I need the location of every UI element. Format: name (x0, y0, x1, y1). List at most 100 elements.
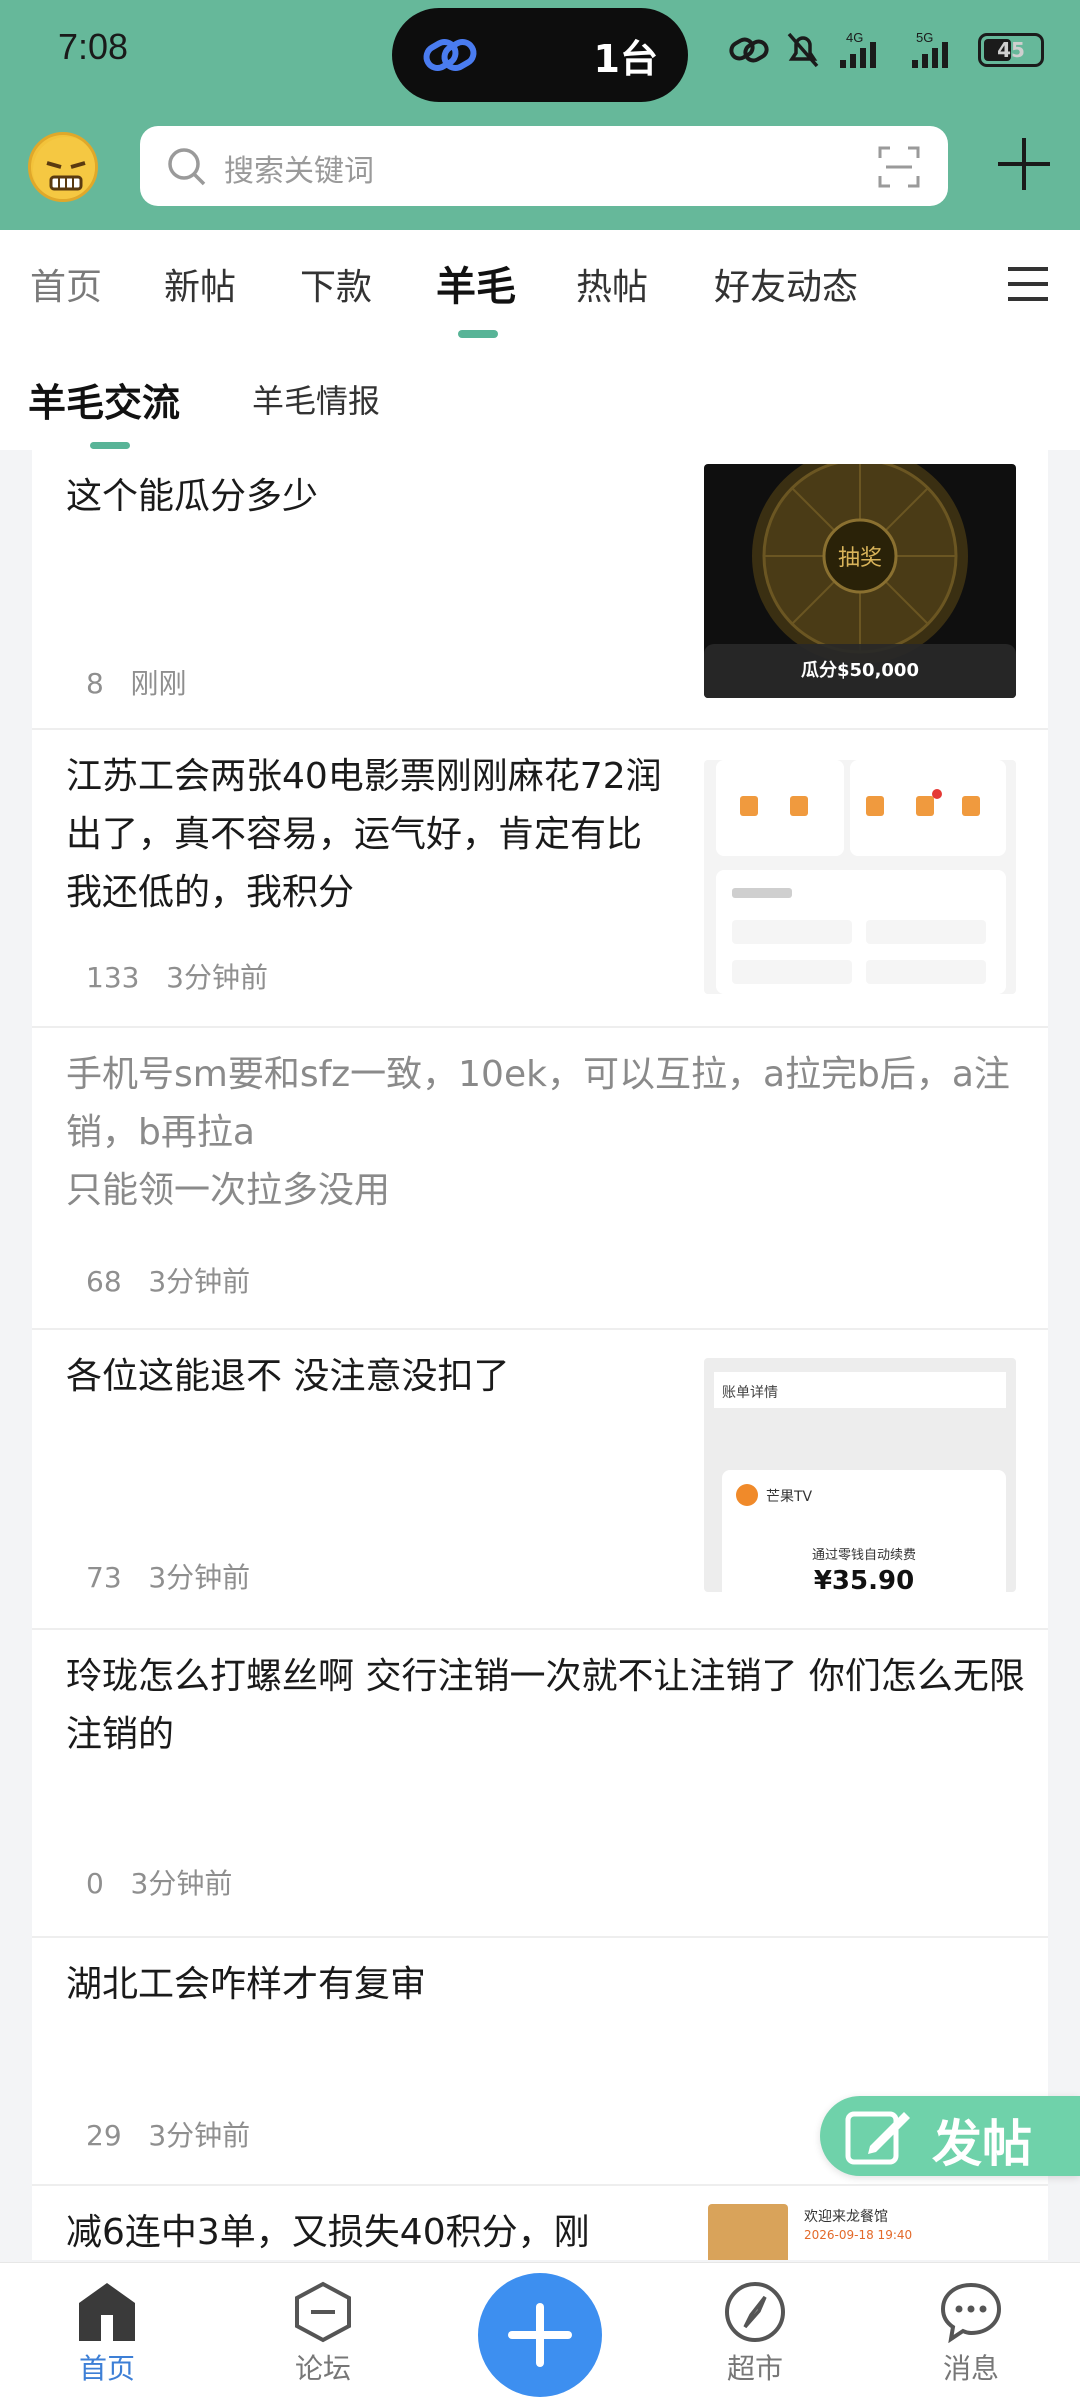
search-input[interactable]: 搜索关键词 (140, 126, 948, 206)
post-thumbnail (704, 760, 1016, 994)
view-count: 68 (86, 1265, 122, 1298)
new-post-button[interactable]: 发帖 (820, 2096, 1080, 2176)
signal-5g-icon: 5G (912, 30, 948, 68)
post-item[interactable]: 这个能瓜分多少 8 刚刚 抽奖 瓜分$50,000 (32, 450, 1048, 730)
post-time: 3分钟前 (148, 1265, 251, 1298)
dynamic-island: 1台 (392, 8, 688, 102)
net-2-label: 5G (916, 30, 933, 45)
bottom-nav: 首页 论坛 超市 消息 (0, 2262, 1080, 2400)
post-list: 这个能瓜分多少 8 刚刚 抽奖 瓜分$50,000 江苏工会两张40电影票刚刚麻… (32, 450, 1048, 2260)
nav-market[interactable]: 超市 (690, 2281, 820, 2387)
signal-4g-icon: 4G (840, 30, 876, 68)
post-item[interactable]: 减6连中3单，又损失40积分，刚 欢迎来龙餐馆 2026-09-18 19:40 (32, 2186, 1048, 2260)
menu-icon[interactable] (1006, 264, 1050, 304)
post-title: 这个能瓜分多少 (66, 476, 319, 517)
system-icons: 4G 5G 45 (728, 26, 1044, 74)
nav-home-label: 首页 (78, 2352, 135, 2385)
view-count: 8 (86, 667, 104, 700)
post-title: 江苏工会两张40电影票刚刚麻花72润出了，真不容易，运气好，肯定有比我还低的，我… (66, 756, 662, 913)
mute-bell-icon (787, 32, 819, 68)
mango-tv-logo-icon (736, 1484, 758, 1506)
subtab-indicator (90, 442, 130, 449)
post-thumbnail: 账单详情 芒果TV 通过零钱自动续费 ¥35.90 (704, 1358, 1016, 1592)
post-title: 玲珑怎么打螺丝啊 交行注销一次就不让注销了 你们怎么无限注销的 (66, 1656, 1025, 1755)
post-meta: 8 刚刚 (86, 662, 187, 702)
post-item[interactable]: 各位这能退不 没注意没扣了 73 3分钟前 账单详情 芒果TV 通过零钱自动续费… (32, 1330, 1048, 1630)
view-count: 0 (86, 1867, 104, 1900)
plus-icon (508, 2303, 572, 2367)
post-time: 3分钟前 (148, 1561, 251, 1594)
post-item[interactable]: 玲珑怎么打螺丝啊 交行注销一次就不让注销了 你们怎么无限注销的 0 3分钟前 (32, 1630, 1048, 1938)
nav-forum-label: 论坛 (294, 2352, 351, 2385)
avatar[interactable] (28, 132, 98, 202)
post-meta: 133 3分钟前 (86, 956, 268, 996)
quote-screenshot-image (716, 760, 1006, 994)
thumb-price: ¥35.90 (813, 1566, 915, 1592)
subtab-intel[interactable]: 羊毛情报 (252, 376, 380, 422)
thumb-card: 芒果TV 通过零钱自动续费 ¥35.90 (722, 1470, 1006, 1592)
post-thumbnail: 抽奖 瓜分$50,000 (704, 464, 1016, 698)
tab-home[interactable]: 首页 (30, 258, 102, 310)
net-1-label: 4G (846, 30, 863, 45)
center-add-button[interactable] (478, 2273, 602, 2397)
nav-messages-label: 消息 (942, 2352, 999, 2385)
subtab-exchange[interactable]: 羊毛交流 (28, 372, 180, 427)
search-icon (168, 148, 206, 186)
thumb-line: 通过零钱自动续费 (811, 1548, 916, 1563)
nav-forum[interactable]: 论坛 (258, 2281, 388, 2387)
post-meta: 29 3分钟前 (86, 2114, 250, 2154)
edit-icon (845, 2111, 910, 2165)
restaurant-image (708, 2204, 788, 2260)
search-placeholder: 搜索关键词 (224, 154, 374, 189)
thumb-brand: 芒果TV (766, 1489, 813, 1505)
sub-tabs: 羊毛交流 羊毛情报 (0, 350, 1080, 450)
post-title: 湖北工会咋样才有复审 (66, 1964, 427, 2005)
chat-bubble-icon (940, 2282, 1002, 2343)
post-title: 各位这能退不 没注意没扣了 (66, 1356, 510, 1397)
thumb-caption: 瓜分$50,000 (704, 644, 1016, 698)
wheel-center-label: 抽奖 (838, 546, 882, 571)
thumb-title: 欢迎来龙餐馆 (804, 2209, 888, 2225)
post-title: 减6连中3单，又损失40积分，刚 (66, 2212, 590, 2253)
view-count: 73 (86, 1561, 122, 1594)
battery-icon: 45 (978, 33, 1044, 67)
battery-level: 45 (997, 38, 1025, 62)
status-bar: 7:08 1台 4G 5G 45 (0, 0, 1080, 110)
post-title: 手机号sm要和sfz一致，10ek，可以互拉，a拉完b后，a注销，b再拉a 只能… (66, 1054, 1010, 1211)
add-icon[interactable] (992, 132, 1056, 196)
post-meta: 73 3分钟前 (86, 1556, 250, 1596)
view-count: 29 (86, 2119, 122, 2152)
category-tabs: 首页 新帖 下款 羊毛 热帖 好友动态 (0, 230, 1080, 350)
tab-loans[interactable]: 下款 (300, 258, 372, 310)
nav-home[interactable]: 首页 (42, 2281, 172, 2387)
tab-new[interactable]: 新帖 (164, 258, 236, 310)
link-icon (423, 39, 477, 71)
home-icon (79, 2283, 135, 2341)
post-item[interactable]: 手机号sm要和sfz一致，10ek，可以互拉，a拉完b后，a注销，b再拉a 只能… (32, 1028, 1048, 1330)
post-time: 3分钟前 (130, 1867, 233, 1900)
post-time: 3分钟前 (166, 961, 268, 994)
emoji-face-icon (33, 137, 95, 199)
post-time: 刚刚 (130, 667, 187, 700)
scan-icon[interactable] (878, 146, 920, 188)
compass-icon (725, 2282, 785, 2342)
thumb-date: 2026-09-18 19:40 (804, 2228, 913, 2242)
link-status-icon (729, 37, 769, 63)
header: 搜索关键词 (0, 118, 1080, 218)
thumb-detail: 账单详情 (714, 1372, 1006, 1408)
nav-messages[interactable]: 消息 (906, 2281, 1036, 2387)
tab-indicator (458, 330, 498, 338)
new-post-label: 发帖 (932, 2115, 1032, 2173)
view-count: 133 (86, 961, 140, 994)
post-item[interactable]: 江苏工会两张40电影票刚刚麻花72润出了，真不容易，运气好，肯定有比我还低的，我… (32, 730, 1048, 1028)
tab-deals[interactable]: 羊毛 (436, 254, 516, 312)
post-meta: 68 3分钟前 (86, 1260, 250, 1300)
post-meta: 0 3分钟前 (86, 1862, 232, 1902)
forum-icon (295, 2281, 351, 2343)
top-bar: 7:08 1台 4G 5G 45 搜索关键词 (0, 0, 1080, 230)
nav-market-label: 超市 (726, 2352, 783, 2385)
tab-hot[interactable]: 热帖 (576, 258, 648, 310)
post-time: 3分钟前 (148, 2119, 251, 2152)
status-time: 7:08 (58, 26, 129, 67)
tab-friends[interactable]: 好友动态 (714, 258, 858, 310)
